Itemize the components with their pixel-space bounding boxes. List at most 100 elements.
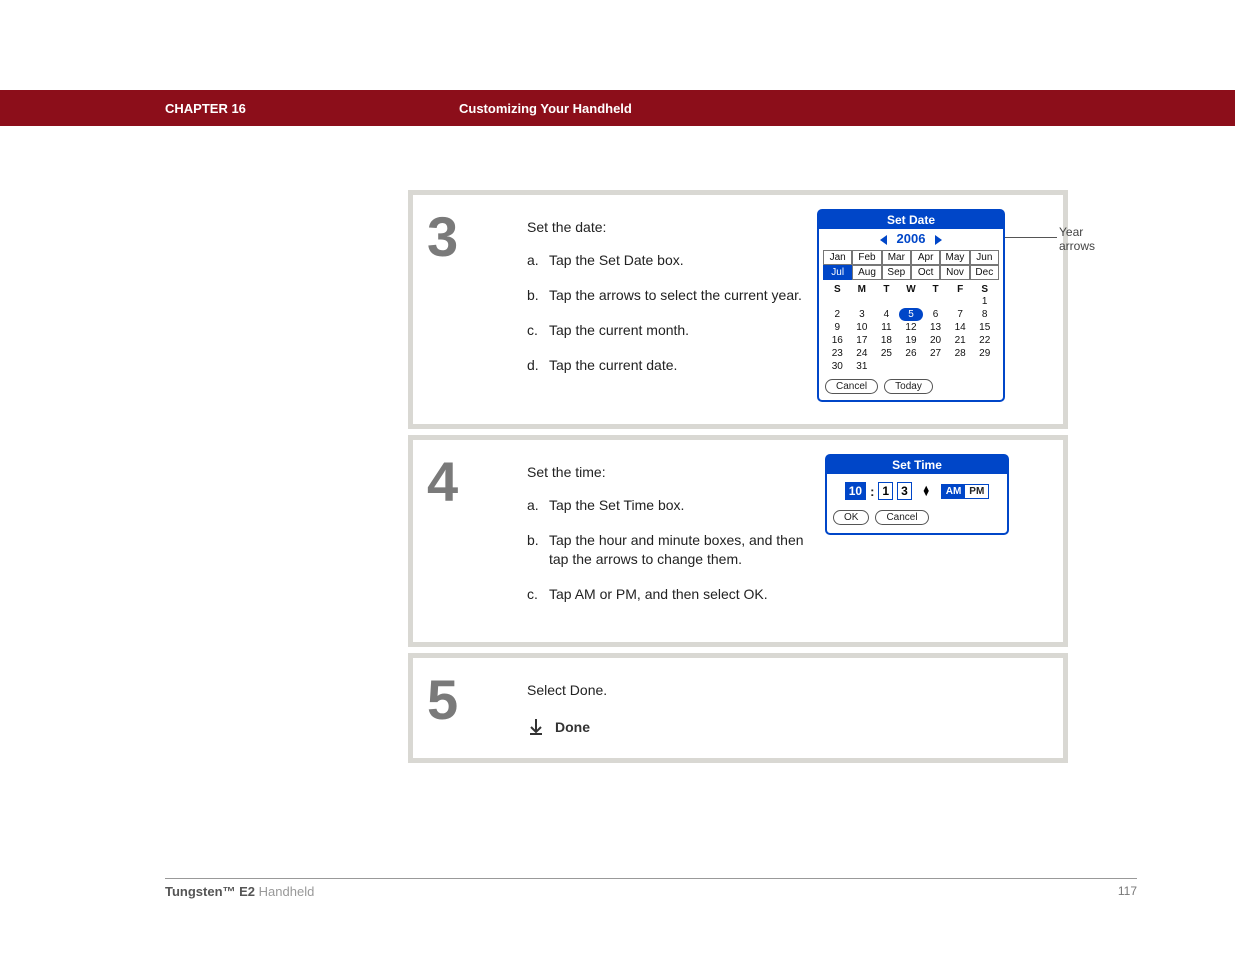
calendar-day[interactable]: 16 bbox=[825, 334, 850, 347]
step-3-lead: Set the date: bbox=[527, 219, 807, 235]
calendar-day[interactable]: 8 bbox=[972, 308, 997, 321]
step-number: 5 bbox=[427, 672, 527, 736]
calendar-day[interactable]: 1 bbox=[972, 295, 997, 308]
year-prev-icon[interactable] bbox=[880, 235, 887, 245]
month-cell[interactable]: Oct bbox=[911, 265, 940, 280]
step-number: 4 bbox=[427, 454, 527, 620]
calendar-day[interactable]: 4 bbox=[874, 308, 899, 321]
minute-tens-box[interactable]: 1 bbox=[878, 482, 893, 500]
month-cell[interactable]: Jun bbox=[970, 250, 999, 265]
step-4: 4 Set the time: a.Tap the Set Time box. … bbox=[408, 435, 1068, 647]
footer-rule bbox=[165, 878, 1137, 879]
calendar-day[interactable]: 19 bbox=[899, 334, 924, 347]
calendar-day[interactable]: 21 bbox=[948, 334, 973, 347]
month-cell[interactable]: Apr bbox=[911, 250, 940, 265]
step-3-text: Set the date: a.Tap the Set Date box. b.… bbox=[527, 209, 807, 402]
am-option[interactable]: AM bbox=[942, 485, 966, 498]
calendar-day[interactable]: 17 bbox=[850, 334, 875, 347]
year-next-icon[interactable] bbox=[935, 235, 942, 245]
calendar-day[interactable]: 20 bbox=[923, 334, 948, 347]
set-date-dialog: Set Date 2006 Jan Feb Mar Apr May Jun Ju… bbox=[817, 209, 1005, 402]
chapter-title: Customizing Your Handheld bbox=[459, 101, 632, 116]
time-colon: : bbox=[870, 484, 874, 499]
ok-button[interactable]: OK bbox=[833, 510, 869, 525]
month-cell[interactable]: Aug bbox=[852, 265, 881, 280]
done-indicator: Done bbox=[527, 718, 607, 736]
cancel-button[interactable]: Cancel bbox=[825, 379, 878, 394]
minute-ones-box[interactable]: 3 bbox=[897, 482, 912, 500]
calendar-row: 3031 bbox=[825, 360, 997, 373]
calendar-day[interactable]: 27 bbox=[923, 347, 948, 360]
dialog-title: Set Date bbox=[819, 211, 1003, 229]
calendar-day bbox=[972, 360, 997, 373]
calendar-day[interactable]: 13 bbox=[923, 321, 948, 334]
month-grid: Jan Feb Mar Apr May Jun Jul Aug Sep Oct … bbox=[823, 250, 999, 280]
calendar-day[interactable]: 3 bbox=[850, 308, 875, 321]
calendar-day[interactable]: 15 bbox=[972, 321, 997, 334]
calendar-day[interactable]: 23 bbox=[825, 347, 850, 360]
footer-product: Tungsten™ E2 Handheld bbox=[165, 884, 314, 899]
calendar-day[interactable]: 9 bbox=[825, 321, 850, 334]
year-value: 2006 bbox=[897, 231, 926, 246]
step-3-figure: Set Date 2006 Jan Feb Mar Apr May Jun Ju… bbox=[807, 209, 1045, 402]
steps-panel: 3 Set the date: a.Tap the Set Date box. … bbox=[408, 190, 1068, 769]
calendar-day[interactable]: 25 bbox=[874, 347, 899, 360]
calendar-day[interactable]: 30 bbox=[825, 360, 850, 373]
calendar-day[interactable]: 26 bbox=[899, 347, 924, 360]
calendar-day[interactable]: 10 bbox=[850, 321, 875, 334]
calendar-day[interactable]: 14 bbox=[948, 321, 973, 334]
calendar-row: 16171819202122 bbox=[825, 334, 997, 347]
calendar-day bbox=[899, 295, 924, 308]
calendar-row: 2345678 bbox=[825, 308, 997, 321]
calendar-day[interactable]: 6 bbox=[923, 308, 948, 321]
ampm-toggle[interactable]: AM PM bbox=[941, 484, 990, 499]
cancel-button[interactable]: Cancel bbox=[875, 510, 928, 525]
step-5-lead: Select Done. bbox=[527, 682, 607, 698]
calendar-day bbox=[874, 360, 899, 373]
month-cell[interactable]: Jan bbox=[823, 250, 852, 265]
callout-label: Year arrows bbox=[1059, 225, 1095, 254]
month-cell[interactable]: Sep bbox=[882, 265, 911, 280]
calendar-day[interactable]: 24 bbox=[850, 347, 875, 360]
pm-option[interactable]: PM bbox=[965, 485, 988, 498]
step-number: 3 bbox=[427, 209, 527, 402]
month-cell[interactable]: Feb bbox=[852, 250, 881, 265]
step-4-figure: Set Time 10 : 1 3 ▲ ▼ AM PM bbox=[807, 454, 1045, 620]
time-stepper[interactable]: ▲ ▼ bbox=[922, 486, 931, 497]
calendar-day[interactable]: 5 bbox=[899, 308, 924, 321]
month-cell-selected[interactable]: Jul bbox=[823, 265, 852, 280]
calendar-day[interactable]: 29 bbox=[972, 347, 997, 360]
chevron-down-icon[interactable]: ▼ bbox=[922, 491, 931, 496]
month-cell[interactable]: Dec bbox=[970, 265, 999, 280]
step-5-text: Select Done. Done bbox=[527, 672, 607, 736]
calendar-day[interactable]: 31 bbox=[850, 360, 875, 373]
calendar-day[interactable]: 11 bbox=[874, 321, 899, 334]
calendar-day bbox=[825, 295, 850, 308]
done-label: Done bbox=[555, 719, 590, 735]
calendar-day[interactable]: 18 bbox=[874, 334, 899, 347]
calendar-day bbox=[923, 295, 948, 308]
step-3: 3 Set the date: a.Tap the Set Date box. … bbox=[408, 190, 1068, 429]
month-cell[interactable]: Mar bbox=[882, 250, 911, 265]
hour-box[interactable]: 10 bbox=[845, 482, 866, 500]
calendar-day[interactable]: 28 bbox=[948, 347, 973, 360]
calendar-day[interactable]: 12 bbox=[899, 321, 924, 334]
calendar-day bbox=[923, 360, 948, 373]
done-arrow-icon bbox=[527, 718, 545, 736]
step-5: 5 Select Done. Done bbox=[408, 653, 1068, 763]
calendar-row: 9101112131415 bbox=[825, 321, 997, 334]
calendar-day bbox=[948, 360, 973, 373]
calendar-day bbox=[850, 295, 875, 308]
month-cell[interactable]: Nov bbox=[940, 265, 969, 280]
today-button[interactable]: Today bbox=[884, 379, 933, 394]
set-time-dialog: Set Time 10 : 1 3 ▲ ▼ AM PM bbox=[825, 454, 1009, 535]
calendar-day[interactable]: 7 bbox=[948, 308, 973, 321]
chapter-header: CHAPTER 16 Customizing Your Handheld bbox=[0, 90, 1235, 126]
step-4-text: Set the time: a.Tap the Set Time box. b.… bbox=[527, 454, 807, 620]
calendar-day[interactable]: 22 bbox=[972, 334, 997, 347]
day-of-week-header: S M T W T F S bbox=[825, 284, 997, 295]
step-4-lead: Set the time: bbox=[527, 464, 807, 480]
calendar-day[interactable]: 2 bbox=[825, 308, 850, 321]
month-cell[interactable]: May bbox=[940, 250, 969, 265]
calendar-day bbox=[899, 360, 924, 373]
